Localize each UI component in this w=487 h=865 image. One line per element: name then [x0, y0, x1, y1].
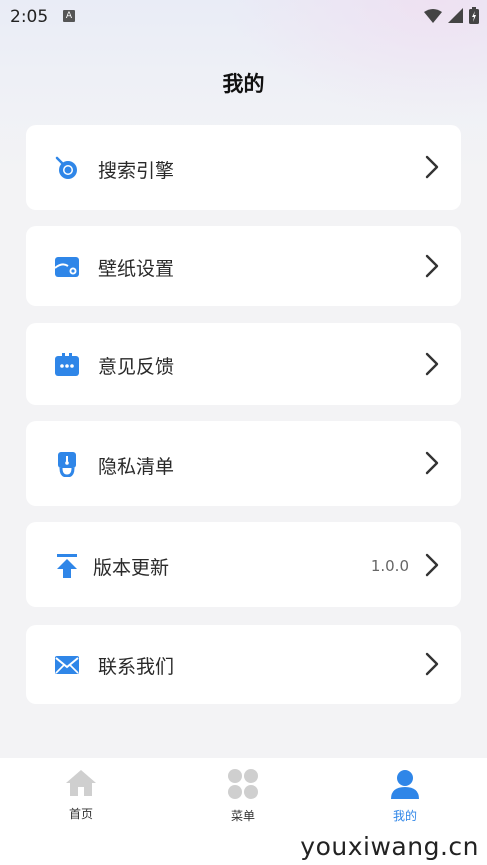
- update-icon: [54, 553, 80, 579]
- status-time: 2:05: [10, 7, 49, 27]
- version-value: 1.0.0: [370, 557, 409, 575]
- menu-item-label: 联系我们: [98, 656, 175, 678]
- menu-item-label: 搜索引擎: [98, 160, 175, 182]
- menu-item-contact[interactable]: 联系我们: [26, 625, 461, 704]
- search-engine-icon: [54, 155, 80, 181]
- menu-item-label: 版本更新: [93, 557, 170, 579]
- status-bar: 2:05 A: [0, 0, 487, 34]
- wifi-icon: [424, 8, 442, 23]
- profile-icon: [391, 770, 419, 799]
- watermark: youxiwang.cn: [300, 832, 479, 861]
- app-notification-icon: A: [63, 10, 75, 22]
- home-icon: [66, 770, 96, 796]
- tab-label: 我的: [392, 809, 417, 823]
- menu-item-wallpaper[interactable]: 壁纸设置: [26, 226, 461, 306]
- chevron-right-icon: [425, 155, 439, 179]
- tab-home[interactable]: 首页: [41, 768, 121, 822]
- menu-item-search-engine[interactable]: 搜索引擎: [26, 125, 461, 210]
- signal-icon: [448, 8, 463, 23]
- status-icons: [424, 7, 479, 24]
- menu-grid-icon: [228, 769, 258, 799]
- menu-item-label: 隐私清单: [98, 456, 175, 478]
- battery-icon: [469, 7, 479, 24]
- tab-menu[interactable]: 菜单: [203, 768, 283, 824]
- tab-label: 首页: [68, 807, 93, 821]
- mail-icon: [54, 652, 80, 678]
- page-title: 我的: [222, 72, 265, 96]
- chevron-right-icon: [425, 553, 439, 577]
- menu-item-feedback[interactable]: 意见反馈: [26, 323, 461, 405]
- chevron-right-icon: [425, 652, 439, 676]
- menu-item-label: 壁纸设置: [98, 258, 175, 280]
- chevron-right-icon: [425, 254, 439, 278]
- privacy-icon: [54, 451, 80, 477]
- menu-item-update[interactable]: 版本更新 1.0.0: [26, 522, 461, 607]
- menu-item-label: 意见反馈: [98, 356, 175, 378]
- tab-profile[interactable]: 我的: [365, 768, 445, 824]
- feedback-icon: [54, 352, 80, 378]
- chevron-right-icon: [425, 352, 439, 376]
- wallpaper-icon: [54, 254, 80, 280]
- tab-label: 菜单: [230, 809, 255, 823]
- menu-item-privacy[interactable]: 隐私清单: [26, 421, 461, 506]
- chevron-right-icon: [425, 451, 439, 475]
